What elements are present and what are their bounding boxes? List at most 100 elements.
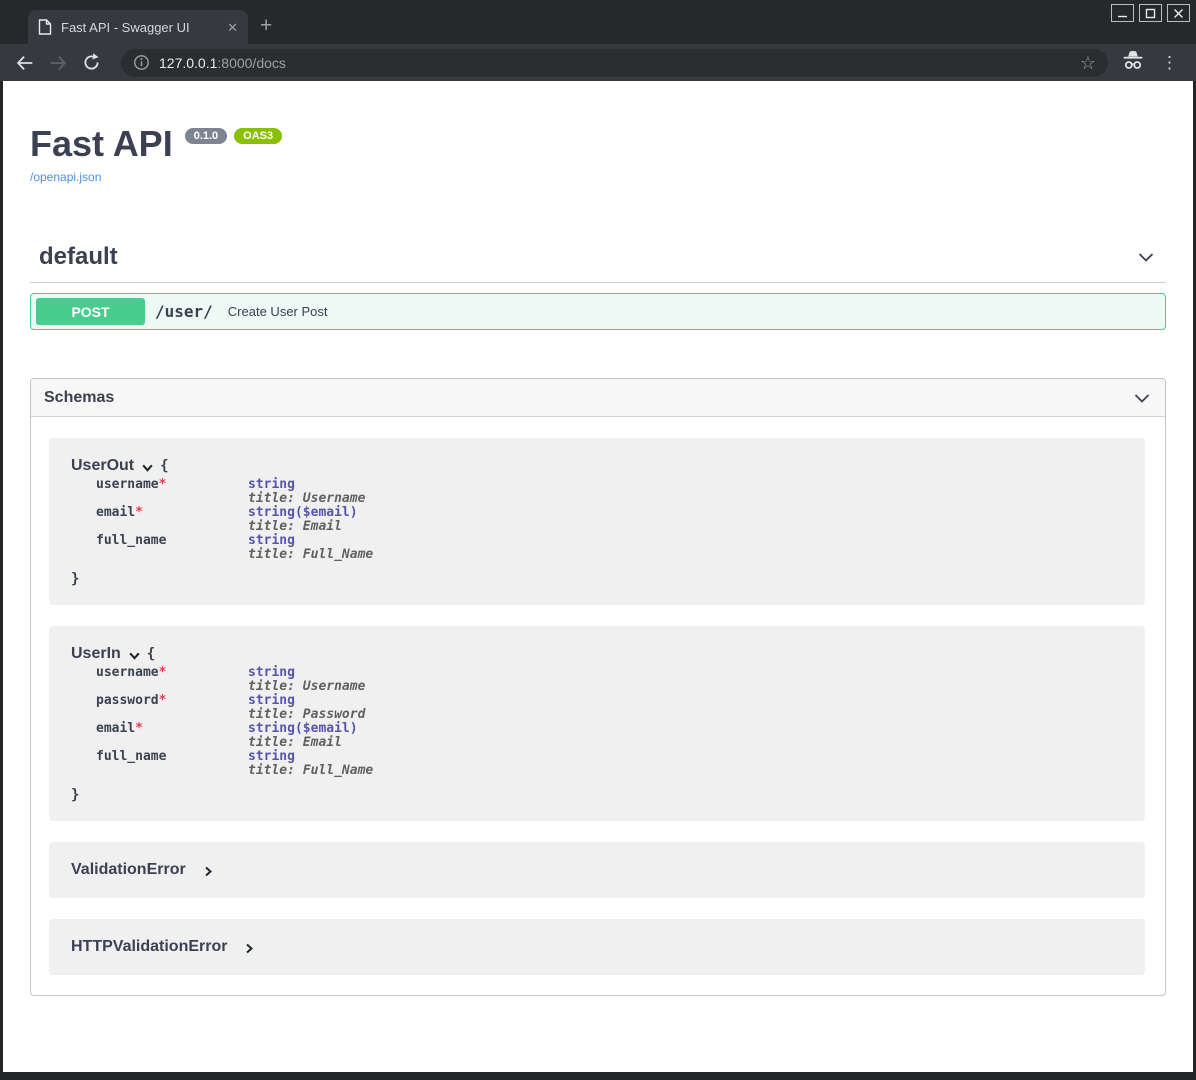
model-validationerror[interactable]: ValidationError <box>49 842 1145 898</box>
property-detail: string title: Full_Name <box>248 534 373 562</box>
bookmark-star-icon[interactable]: ☆ <box>1080 54 1096 72</box>
back-button[interactable] <box>14 52 36 74</box>
url-path: :8000/docs <box>217 55 286 71</box>
property-title: title: Password <box>248 708 365 722</box>
property-name: email* <box>96 506 248 534</box>
required-asterisk: * <box>159 693 167 708</box>
schemas-section: Schemas UserOut { <box>30 378 1166 996</box>
openapi-spec-link[interactable]: /openapi.json <box>30 170 101 184</box>
chevron-right-icon[interactable] <box>202 865 214 878</box>
open-brace: { <box>147 646 155 662</box>
chevron-down-icon[interactable] <box>128 649 141 662</box>
property-detail: string title: Password <box>248 694 365 722</box>
page-title: Fast API <box>30 125 173 163</box>
page-favicon-icon <box>38 19 52 35</box>
maximize-button[interactable] <box>1139 4 1162 22</box>
chevron-down-icon[interactable] <box>1136 247 1156 267</box>
property-type: string <box>248 666 365 680</box>
incognito-icon <box>1121 49 1145 76</box>
endpoint-post-user[interactable]: POST /user/ Create User Post <box>30 293 1166 330</box>
property-title: title: Full_Name <box>248 548 373 562</box>
model-name: HTTPValidationError <box>71 938 227 956</box>
model-name: ValidationError <box>71 861 186 879</box>
window-controls <box>1111 4 1190 22</box>
property-detail: string($email) title: Email <box>248 506 358 534</box>
page-info-icon[interactable] <box>133 54 150 71</box>
property-type: string($email) <box>248 722 358 736</box>
property-row: username* string title: Username <box>96 666 1123 694</box>
model-userout: UserOut { username* string ti <box>49 438 1145 605</box>
reload-button[interactable] <box>80 52 102 74</box>
property-row: full_name string title: Full_Name <box>96 534 1123 562</box>
forward-arrow-icon <box>47 52 69 74</box>
reload-icon <box>81 52 102 73</box>
browser-tab[interactable]: Fast API - Swagger UI ✕ <box>28 10 248 44</box>
property-detail: string title: Username <box>248 666 365 694</box>
property-name-text: password <box>96 693 159 708</box>
chevron-down-icon[interactable] <box>1132 388 1152 408</box>
tab-strip: Fast API - Swagger UI ✕ + <box>0 0 1196 44</box>
tag-section-default[interactable]: default <box>30 243 1166 283</box>
model-httpvalidationerror[interactable]: HTTPValidationError <box>49 919 1145 975</box>
property-row: full_name string title: Full_Name <box>96 750 1123 778</box>
property-name-text: username <box>96 665 159 680</box>
version-badge: 0.1.0 <box>185 128 227 144</box>
type-text: string <box>248 721 295 736</box>
address-bar[interactable]: 127.0.0.1:8000/docs ☆ <box>121 49 1108 77</box>
minimize-button[interactable] <box>1111 4 1134 22</box>
model-name: UserOut <box>71 457 134 475</box>
property-name-text: username <box>96 477 159 492</box>
url-text: 127.0.0.1:8000/docs <box>159 55 1080 71</box>
chevron-down-icon[interactable] <box>141 461 154 474</box>
api-info-section: Fast API 0.1.0 OAS3 /openapi.json <box>30 125 1166 186</box>
property-detail: string title: Full_Name <box>248 750 373 778</box>
model-toggle[interactable]: UserOut { <box>71 457 1123 475</box>
property-type: string($email) <box>248 506 358 520</box>
property-title: title: Full_Name <box>248 764 373 778</box>
property-title: title: Email <box>248 736 358 750</box>
tab-title: Fast API - Swagger UI <box>61 20 227 35</box>
property-type: string <box>248 750 373 764</box>
tab-close-icon[interactable]: ✕ <box>227 21 238 34</box>
page-content: Fast API 0.1.0 OAS3 /openapi.json defaul… <box>3 81 1193 1072</box>
property-name: password* <box>96 694 248 722</box>
type-text: string <box>248 477 295 492</box>
http-method-badge: POST <box>36 298 145 325</box>
property-name-text: full_name <box>96 533 166 548</box>
type-text: string <box>248 749 295 764</box>
property-title: title: Email <box>248 520 358 534</box>
browser-window: Fast API - Swagger UI ✕ + <box>0 0 1196 1080</box>
schemas-label: Schemas <box>44 389 114 407</box>
browser-menu-button[interactable]: ⋮ <box>1157 54 1182 71</box>
schemas-header[interactable]: Schemas <box>31 379 1165 417</box>
browser-toolbar: 127.0.0.1:8000/docs ☆ ⋮ <box>0 44 1196 81</box>
property-row: password* string title: Password <box>96 694 1123 722</box>
property-name-text: email <box>96 721 135 736</box>
type-text: string <box>248 533 295 548</box>
model-properties: username* string title: Username passwor… <box>96 666 1123 778</box>
open-brace: { <box>160 458 168 474</box>
tag-label: default <box>39 243 118 271</box>
schemas-body: UserOut { username* string ti <box>31 417 1165 995</box>
close-brace: } <box>71 787 1123 803</box>
property-name-text: email <box>96 505 135 520</box>
url-host: 127.0.0.1 <box>159 55 217 71</box>
chevron-right-icon[interactable] <box>243 942 255 955</box>
back-arrow-icon <box>14 52 36 74</box>
required-asterisk: * <box>159 477 167 492</box>
property-name: email* <box>96 722 248 750</box>
close-window-button[interactable] <box>1167 4 1190 22</box>
property-title: title: Username <box>248 492 365 506</box>
property-name: username* <box>96 666 248 694</box>
property-row: username* string title: Username <box>96 478 1123 506</box>
property-type: string <box>248 478 365 492</box>
property-type: string <box>248 534 373 548</box>
type-format: ($email) <box>295 721 358 736</box>
new-tab-button[interactable]: + <box>260 14 272 38</box>
maximize-icon <box>1145 8 1156 19</box>
required-asterisk: * <box>159 665 167 680</box>
property-detail: string title: Username <box>248 478 365 506</box>
oas3-badge: OAS3 <box>234 128 282 144</box>
forward-button[interactable] <box>47 52 69 74</box>
model-toggle[interactable]: UserIn { <box>71 645 1123 663</box>
